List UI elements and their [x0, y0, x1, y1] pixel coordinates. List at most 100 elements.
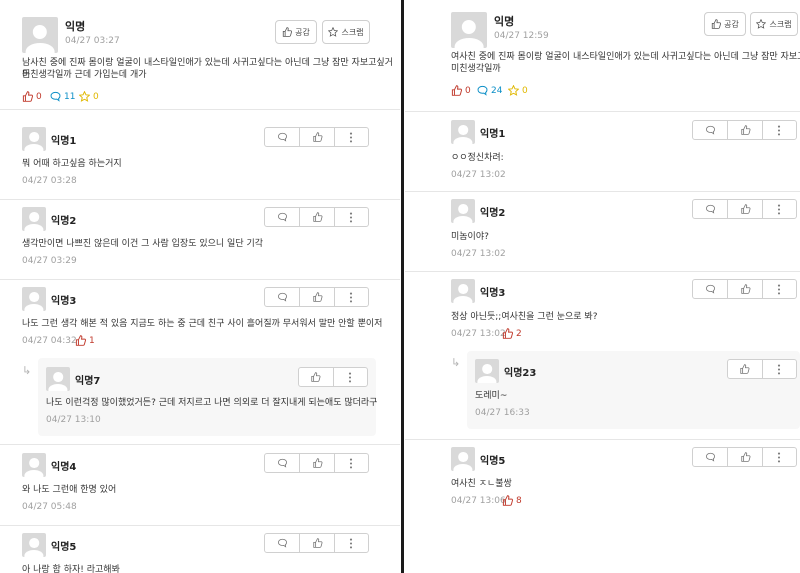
- vertical-dots-icon: [350, 458, 353, 468]
- comment-time: 04/27 13:06: [451, 496, 506, 506]
- comment-text: 뭐 어때 하고싶음 하는거지: [22, 159, 122, 169]
- comment-author: 익명4: [51, 462, 77, 473]
- vertical-dots-icon: [778, 364, 781, 374]
- comment-action-buttons: [692, 120, 797, 140]
- comment-action-buttons: [264, 453, 369, 473]
- like-button[interactable]: 공감: [704, 12, 746, 36]
- comment-item: 익명5 여사친 ㅈㄴ불쌍 04/27 13:06 8: [405, 440, 800, 520]
- star-icon: [328, 27, 339, 37]
- reply-button[interactable]: [693, 200, 727, 218]
- reply-like-button[interactable]: [299, 368, 333, 386]
- reply-arrow-icon: ↳: [451, 356, 461, 369]
- thumbs-up-icon: [502, 495, 513, 506]
- reply-button[interactable]: [265, 208, 299, 226]
- reply-action-buttons: [727, 359, 797, 379]
- post-scrap-count: 0: [508, 85, 528, 96]
- like-button[interactable]: 공감: [275, 20, 317, 44]
- reply-button[interactable]: [265, 128, 299, 146]
- post-like-count: 0: [451, 85, 471, 96]
- vertical-dots-icon: [350, 292, 353, 302]
- comment-like-button[interactable]: [299, 288, 333, 306]
- comment-time: 04/27 13:02: [451, 249, 506, 259]
- more-button[interactable]: [333, 288, 368, 306]
- scrap-button[interactable]: 스크랩: [750, 12, 798, 36]
- vertical-dots-icon: [350, 212, 353, 222]
- speech-bubble-icon: [705, 284, 715, 294]
- more-button[interactable]: [761, 448, 796, 466]
- comment-like-button[interactable]: [727, 121, 761, 139]
- thumbs-up-icon: [75, 335, 86, 346]
- reply-button[interactable]: [265, 454, 299, 472]
- comment-like-button[interactable]: [299, 454, 333, 472]
- comment-item: 익명1 뭐 어때 하고싶음 하는거지 04/27 03:28: [0, 120, 400, 200]
- more-button[interactable]: [332, 368, 367, 386]
- more-button[interactable]: [761, 121, 796, 139]
- thumbs-up-icon: [312, 458, 322, 468]
- vertical-dots-icon: [778, 125, 781, 135]
- like-button-label: 공감: [295, 27, 310, 37]
- like-button-label: 공감: [724, 19, 739, 29]
- reply-item: 익명23 도레미~ 04/27 16:33: [467, 351, 800, 429]
- reply-like-button[interactable]: [728, 360, 762, 378]
- reply-author: 익명7: [75, 376, 101, 387]
- vertical-dots-icon: [778, 204, 781, 214]
- speech-bubble-icon: [705, 204, 715, 214]
- star-icon: [508, 85, 519, 96]
- avatar: [451, 279, 475, 303]
- comment-like-button[interactable]: [299, 208, 333, 226]
- vertical-dots-icon: [350, 538, 353, 548]
- reply-button[interactable]: [693, 448, 727, 466]
- more-button[interactable]: [333, 454, 368, 472]
- avatar: [22, 453, 46, 477]
- vertical-dots-icon: [778, 452, 781, 462]
- scrap-button-label: 스크랩: [769, 19, 792, 29]
- reply-button[interactable]: [693, 121, 727, 139]
- comment-author: 익명1: [480, 129, 506, 140]
- comment-item: 익명2 생각만이면 나쁘진 않은데 이건 그 사람 입장도 있으니 일단 기각 …: [0, 200, 400, 280]
- avatar: [451, 447, 475, 471]
- post-time: 04/27 03:27: [65, 36, 120, 46]
- comment-text: 미놈이야?: [451, 232, 489, 242]
- comment-time: 04/27 05:48: [22, 502, 77, 512]
- reply-time: 04/27 13:10: [46, 415, 101, 425]
- more-button[interactable]: [333, 534, 368, 552]
- more-button[interactable]: [333, 128, 368, 146]
- comment-like-count: 2: [502, 328, 522, 339]
- comment-like-button[interactable]: [727, 200, 761, 218]
- reply-button[interactable]: [265, 288, 299, 306]
- post-comment-count: 11: [50, 91, 75, 102]
- avatar: [22, 533, 46, 557]
- scrap-button-label: 스크랩: [341, 27, 364, 37]
- post-body-line-1: 여사친 중에 진짜 몸이랑 얼굴이 내스타일인애가 있는데 사귀고싶다는 아닌데…: [451, 52, 800, 62]
- scrap-button[interactable]: 스크랩: [322, 20, 370, 44]
- avatar: [22, 127, 46, 151]
- comment-item: 익명3 나도 그런 생각 해본 적 있음 지금도 하는 중 근데 친구 사이 흘…: [0, 280, 400, 445]
- post-comment-count: 24: [477, 85, 502, 96]
- vertical-dots-icon: [778, 284, 781, 294]
- comment-like-button[interactable]: [727, 448, 761, 466]
- reply-button[interactable]: [693, 280, 727, 298]
- comment-like-count: 8: [502, 495, 522, 506]
- vertical-dots-icon: [349, 372, 352, 382]
- comment-like-button[interactable]: [727, 280, 761, 298]
- comment-like-count: 1: [75, 335, 95, 346]
- post-body-line-2: 미친생각일까 근데 가입는데 개가: [22, 70, 147, 80]
- comment-time: 04/27 13:02: [451, 329, 506, 339]
- thumbs-up-icon: [311, 372, 321, 382]
- speech-bubble-icon: [477, 85, 488, 96]
- comment-text: 여사친 ㅈㄴ불쌍: [451, 479, 512, 489]
- more-button[interactable]: [333, 208, 368, 226]
- panel-divider: [401, 0, 404, 573]
- comment-text: ㅇㅇ정신차려:: [451, 153, 504, 163]
- comment-like-button[interactable]: [299, 128, 333, 146]
- comment-like-button[interactable]: [299, 534, 333, 552]
- star-icon: [79, 91, 90, 102]
- more-button[interactable]: [761, 360, 796, 378]
- post-author: 익명: [65, 20, 86, 33]
- more-button[interactable]: [761, 280, 796, 298]
- speech-bubble-icon: [277, 458, 287, 468]
- thumbs-up-icon: [740, 452, 750, 462]
- comment-text: 생각만이면 나쁘진 않은데 이건 그 사람 입장도 있으니 일단 기각: [22, 239, 264, 249]
- reply-button[interactable]: [265, 534, 299, 552]
- more-button[interactable]: [761, 200, 796, 218]
